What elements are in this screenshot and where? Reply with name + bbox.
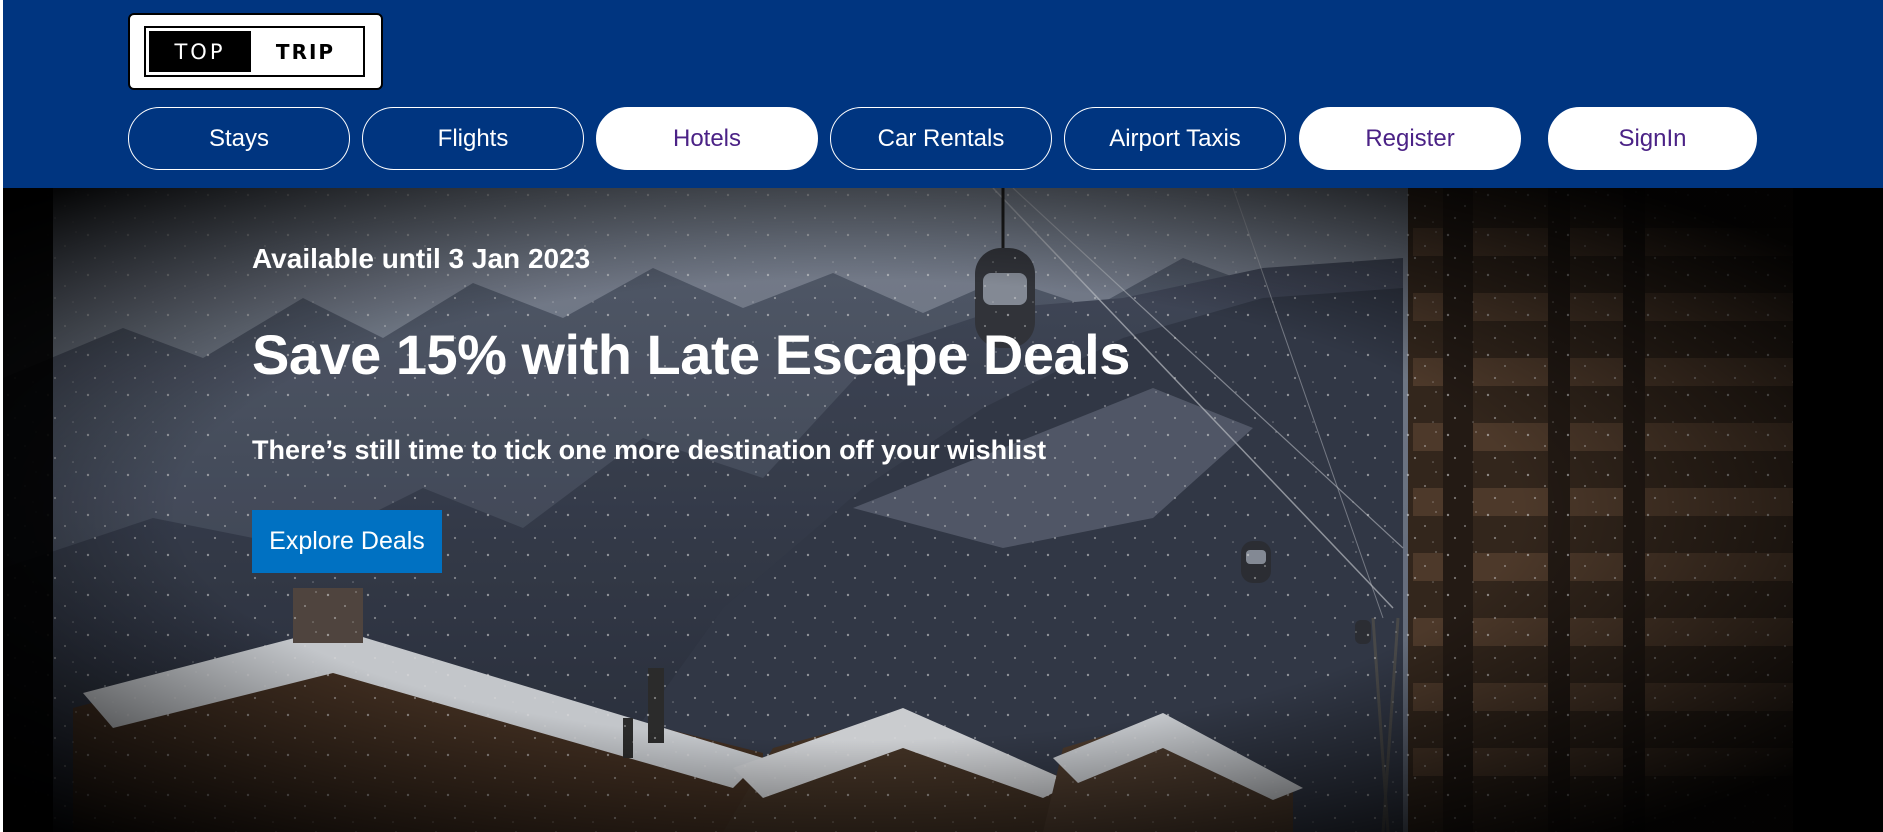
- nav-car-rentals-button[interactable]: Car Rentals: [830, 107, 1052, 170]
- explore-deals-button[interactable]: Explore Deals: [252, 510, 442, 573]
- hero-banner: Available until 3 Jan 2023 Save 15% with…: [3, 188, 1883, 832]
- top-trip-logo[interactable]: TOP TRIP: [128, 13, 383, 90]
- nav-flights-button[interactable]: Flights: [362, 107, 584, 170]
- logo-frame: TOP TRIP: [144, 26, 365, 77]
- hero-headline: Save 15% with Late Escape Deals: [252, 323, 1130, 386]
- top-header: TOP TRIP Stays Flights Hotels Car Rental…: [3, 0, 1883, 188]
- availability-text: Available until 3 Jan 2023: [252, 243, 591, 274]
- logo-trip-text: TRIP: [251, 31, 360, 72]
- nav-stays-button[interactable]: Stays: [128, 107, 350, 170]
- page: TOP TRIP Stays Flights Hotels Car Rental…: [3, 0, 1883, 832]
- logo-top-text: TOP: [149, 31, 251, 72]
- nav-airport-taxis-button[interactable]: Airport Taxis: [1064, 107, 1286, 170]
- register-button[interactable]: Register: [1299, 107, 1521, 170]
- nav-hotels-button[interactable]: Hotels: [596, 107, 818, 170]
- hero-subline: There’s still time to tick one more dest…: [252, 435, 1047, 465]
- signin-button[interactable]: SignIn: [1548, 107, 1757, 170]
